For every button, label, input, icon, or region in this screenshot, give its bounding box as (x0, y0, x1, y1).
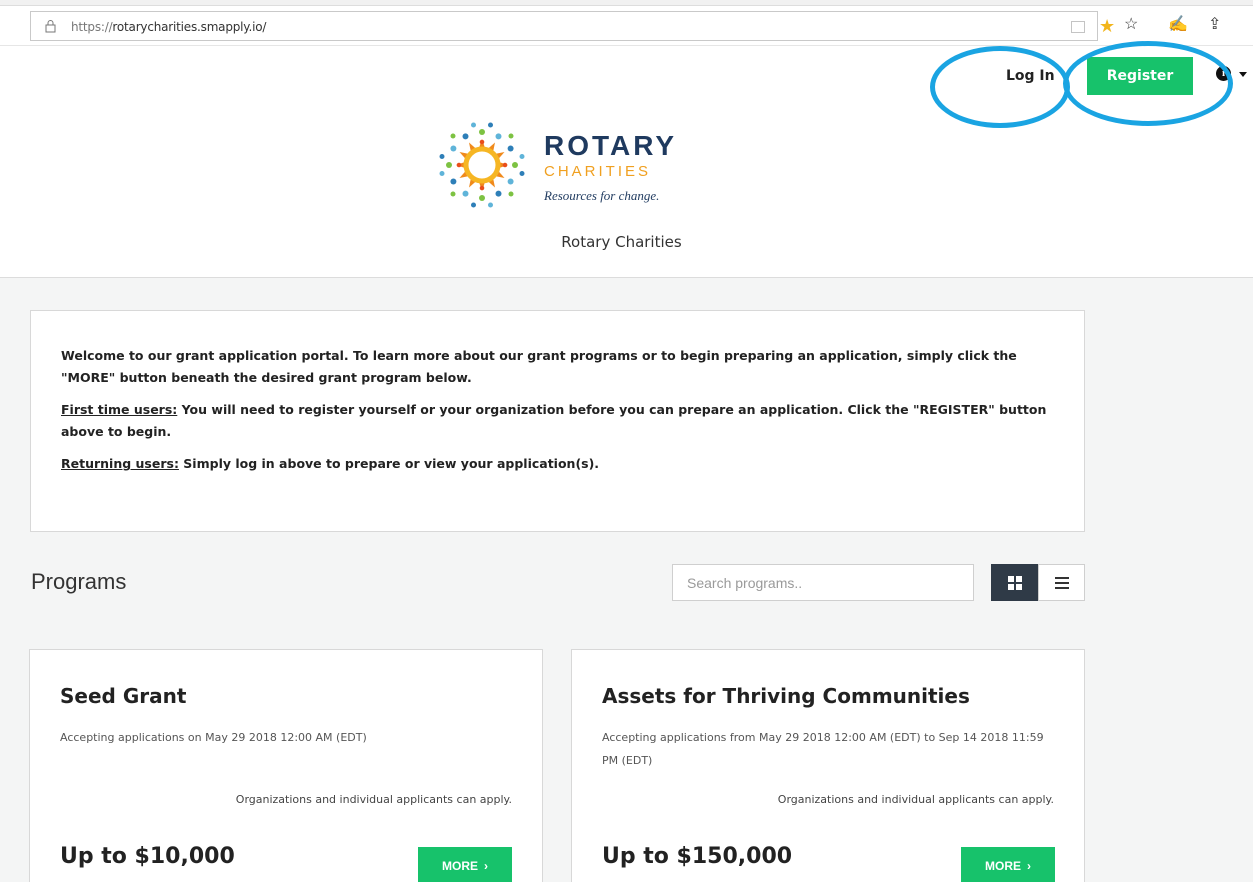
address-bar[interactable]: https://rotarycharities.smapply.io/ ★ (30, 11, 1115, 41)
favorite-star-icon[interactable]: ★ (1099, 16, 1115, 37)
annotation-circle-register (1063, 41, 1233, 126)
search-programs-input[interactable] (672, 564, 974, 601)
reading-view-icon[interactable] (1071, 21, 1085, 33)
favorites-list-icon[interactable]: ☆ (1124, 14, 1138, 34)
browser-toolbar: https://rotarycharities.smapply.io/ ★ ☆ … (0, 0, 1253, 46)
program-card-seed-grant: Seed Grant Accepting applications on May… (29, 649, 543, 882)
chevron-down-icon[interactable] (1239, 72, 1247, 77)
url-text: https://rotarycharities.smapply.io/ (71, 20, 267, 34)
annotation-circle-login (930, 46, 1070, 128)
list-icon (1054, 576, 1069, 589)
chevron-right-icon: › (1027, 859, 1031, 873)
program-dates: Accepting applications on May 29 2018 12… (60, 731, 367, 744)
logo-tagline: Resources for change. (544, 188, 660, 203)
organization-name: Rotary Charities (561, 233, 682, 251)
more-button-label: MORE (442, 859, 478, 873)
tab-strip (0, 0, 1253, 6)
first-time-users-label: First time users: (61, 402, 178, 417)
first-time-users-body: You will need to register yourself or yo… (61, 402, 1047, 439)
list-view-button[interactable] (1038, 564, 1085, 601)
grid-view-button[interactable] (991, 564, 1038, 601)
more-button-label: MORE (985, 859, 1021, 873)
program-card-assets: Assets for Thriving Communities Acceptin… (571, 649, 1085, 882)
share-icon[interactable]: ⇪ (1208, 14, 1221, 34)
welcome-intro: Welcome to our grant application portal.… (61, 348, 1017, 385)
program-eligibility: Organizations and individual applicants … (235, 793, 512, 806)
lock-icon (45, 20, 56, 33)
site-header: Log In Register i ROTARY CHARITIES Resou… (0, 41, 1253, 278)
logo-title: ROTARY (544, 130, 678, 161)
welcome-box: Welcome to our grant application portal.… (30, 310, 1085, 532)
returning-users-body: Simply log in above to prepare or view y… (178, 456, 600, 471)
program-amount: Up to $150,000 (602, 844, 793, 869)
more-button[interactable]: MORE › (961, 847, 1055, 882)
returning-users-text: Returning users: Simply log in above to … (61, 453, 1054, 475)
program-dates: Accepting applications from May 29 2018 … (602, 731, 1044, 767)
chevron-right-icon: › (484, 859, 488, 873)
returning-users-label: Returning users: (61, 456, 179, 471)
logo-subtitle: CHARITIES (544, 163, 652, 180)
grid-icon (1007, 575, 1022, 590)
program-title: Seed Grant (60, 684, 187, 708)
program-title: Assets for Thriving Communities (602, 684, 970, 708)
rotary-logo-icon (439, 122, 525, 208)
first-time-users-text: First time users: You will need to regis… (61, 399, 1054, 443)
program-eligibility: Organizations and individual applicants … (777, 793, 1054, 806)
programs-title: Programs (31, 569, 127, 594)
program-amount: Up to $10,000 (60, 844, 235, 869)
more-button[interactable]: MORE › (418, 847, 512, 882)
pen-icon[interactable]: ✍ (1168, 14, 1188, 34)
